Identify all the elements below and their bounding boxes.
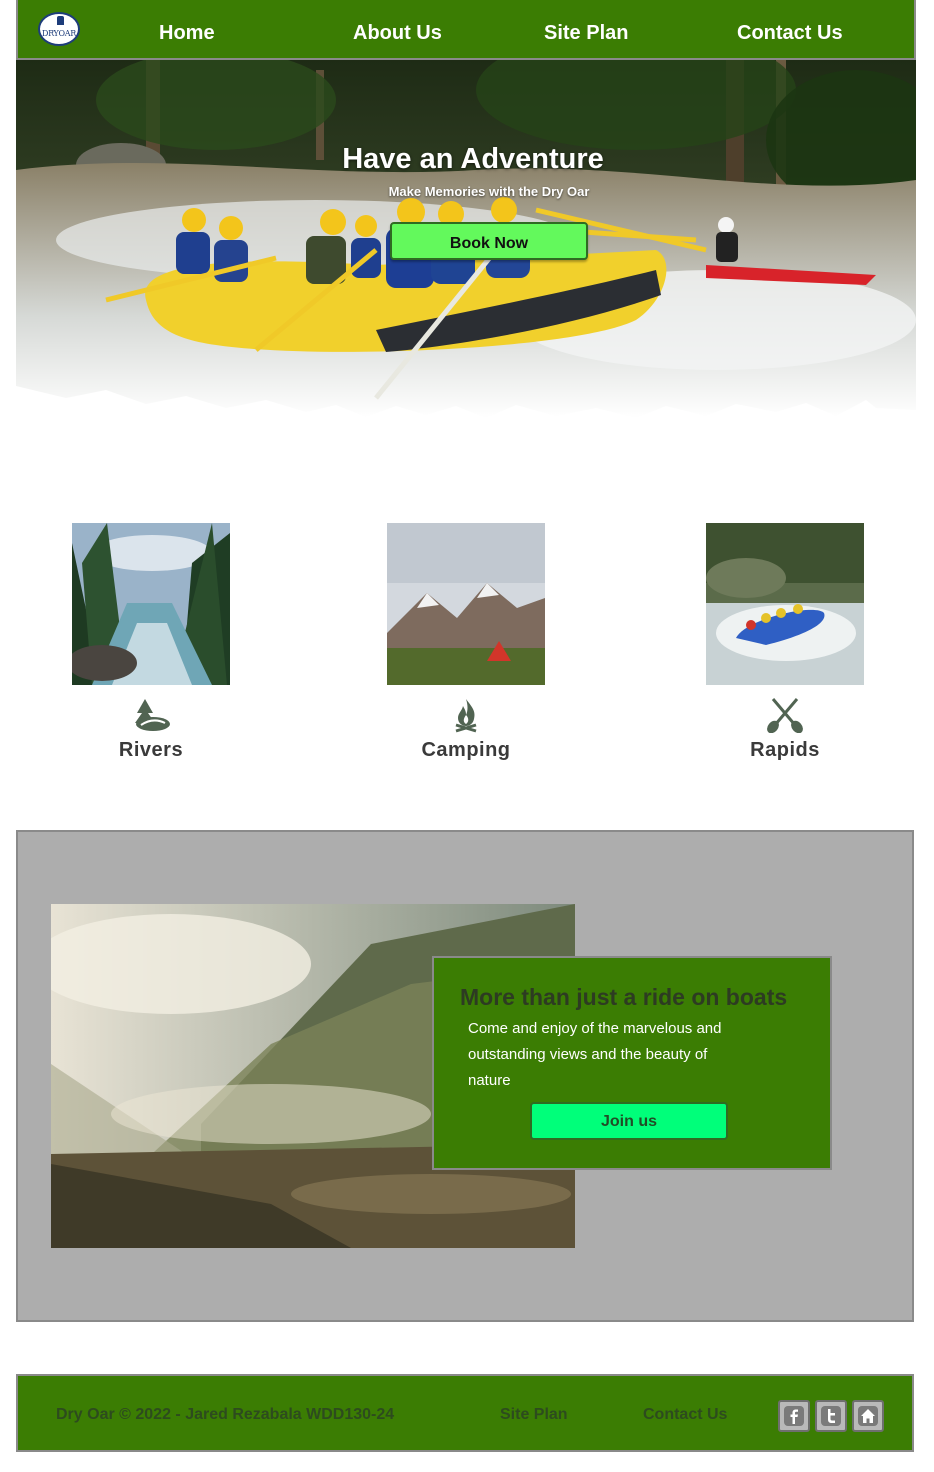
promo-description: Come and enjoy of the marvelous and outs… [468,1020,722,1089]
footer-link-contact-us[interactable]: Contact Us [643,1406,727,1424]
facebook-icon[interactable] [778,1400,810,1432]
nav-link-about-us[interactable]: About Us [353,0,442,60]
book-now-button[interactable]: Book Now [390,222,588,260]
top-nav: DRYOAR Home About Us Site Plan Contact U… [16,0,916,60]
rivers-image [72,523,230,685]
hero-subtitle: Make Memories with the Dry Oar [388,184,590,199]
logo-text: DRYOAR [41,28,77,38]
twitter-icon[interactable] [815,1400,847,1432]
join-us-button[interactable]: Join us [530,1102,728,1140]
promo-card: More than just a ride on boats Come and … [432,956,832,1170]
footer-link-site-plan[interactable]: Site Plan [500,1406,568,1424]
nav-link-contact-us[interactable]: Contact Us [737,0,843,60]
feature-label: Camping [421,739,511,761]
camping-image [387,523,545,685]
feature-rivers[interactable]: Rivers [72,523,230,762]
river-island-icon [135,699,170,731]
home-icon[interactable] [852,1400,884,1432]
nav-link-site-plan[interactable]: Site Plan [544,0,628,60]
dry-oar-logo[interactable]: DRYOAR [38,12,80,46]
promo-heading: More than just a ride on boats [460,984,788,1010]
feature-camping[interactable]: Camping [387,523,545,762]
nav-link-home[interactable]: Home [159,0,215,60]
feature-label: Rivers [118,739,184,761]
oar-logo-icon [57,16,64,25]
feature-label: Rapids [750,739,820,761]
hero-banner: REMAR Have an Adventure Make Memories wi… [16,60,916,420]
campfire-icon [455,699,477,733]
crossed-paddles-icon [767,698,803,733]
feature-rapids[interactable]: Rapids [706,523,864,762]
promo-section: More than just a ride on boats Come and … [16,830,914,1322]
rapids-image [706,523,864,685]
site-footer: Dry Oar © 2022 - Jared Rezabala WDD130-2… [16,1374,914,1452]
footer-copyright: Dry Oar © 2022 - Jared Rezabala WDD130-2… [56,1406,395,1423]
